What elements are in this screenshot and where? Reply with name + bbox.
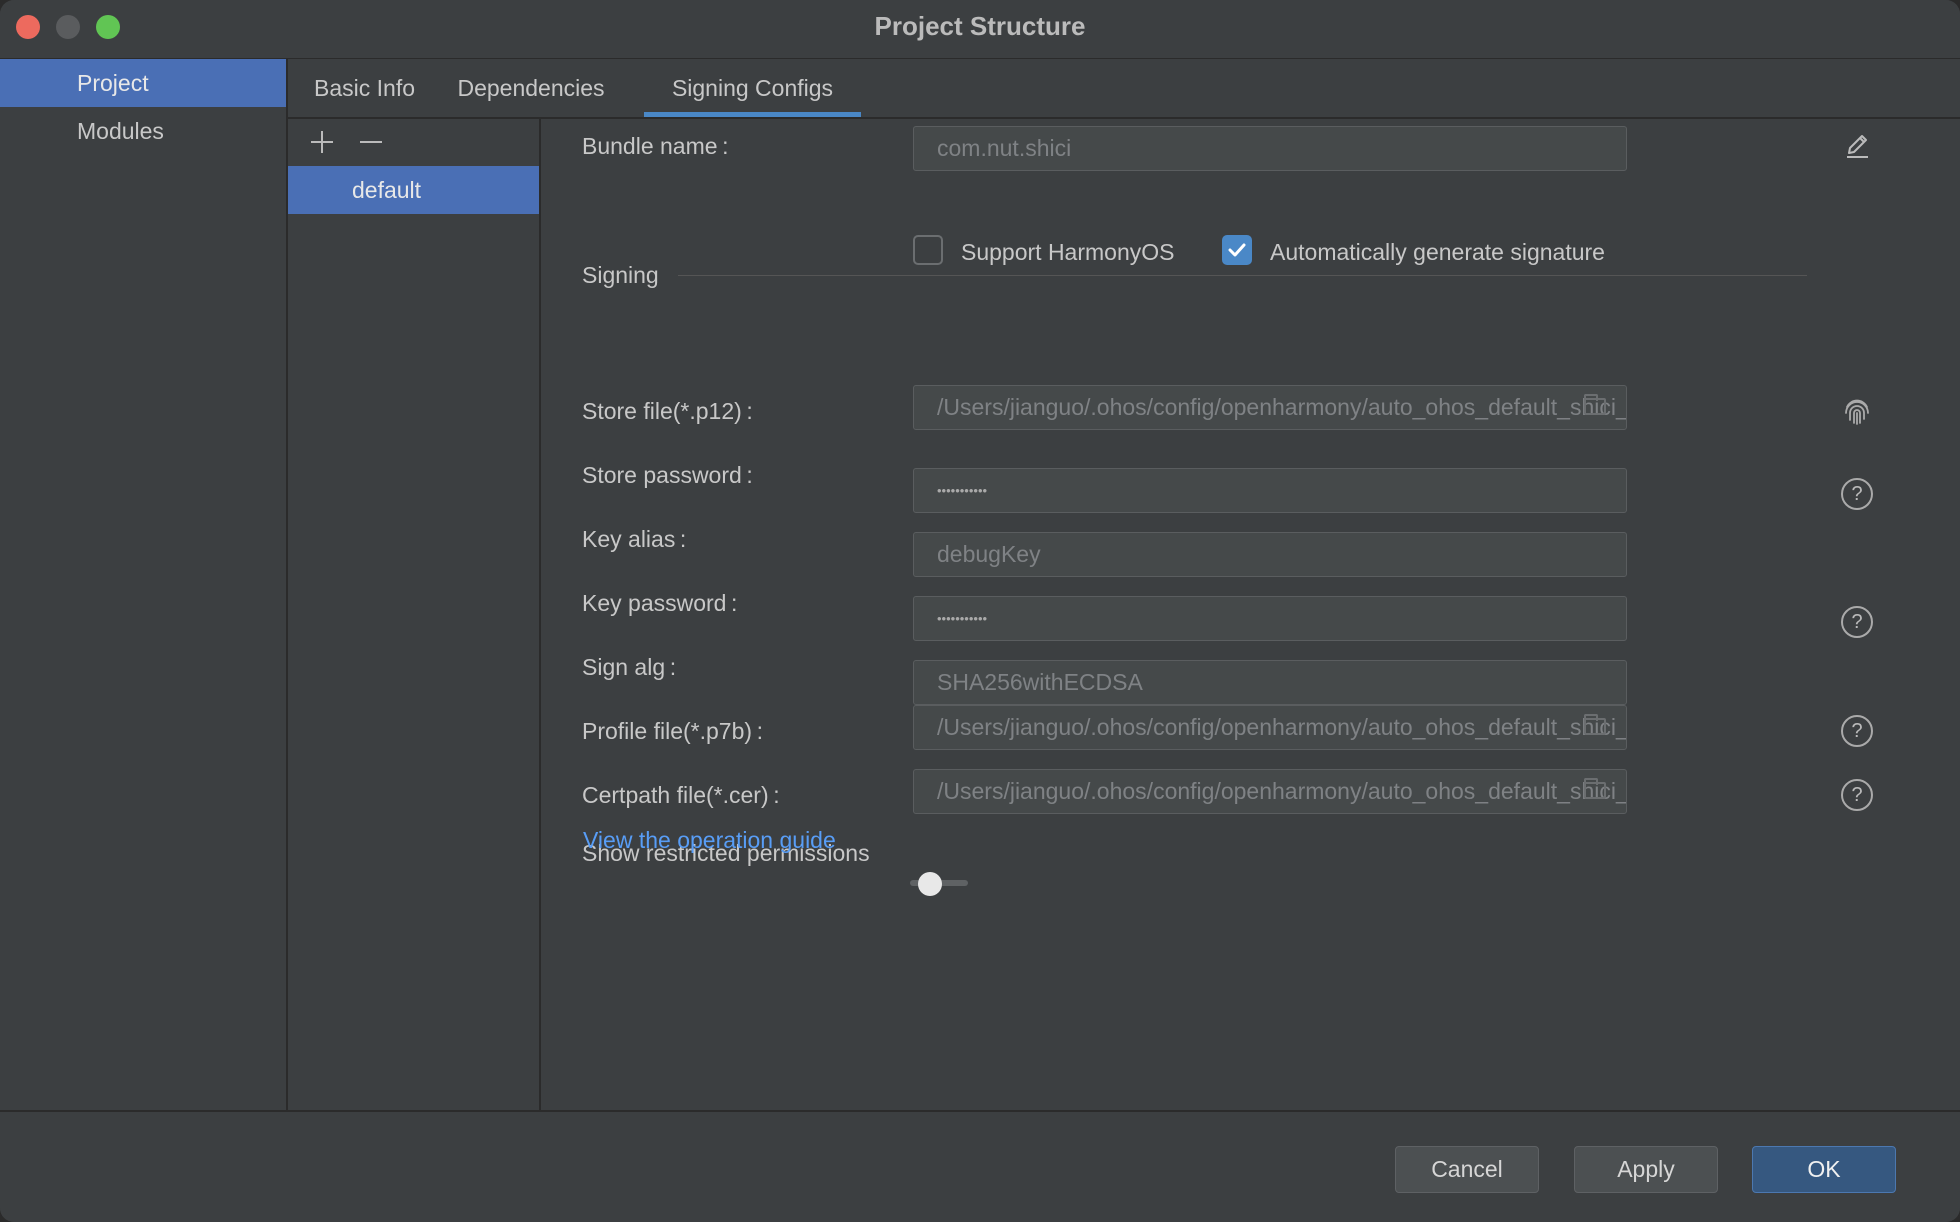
fingerprint-icon[interactable] bbox=[1841, 395, 1873, 427]
support-harmonyos-checkbox[interactable] bbox=[913, 235, 943, 265]
apply-button[interactable]: Apply bbox=[1574, 1146, 1718, 1193]
section-divider bbox=[678, 275, 1807, 276]
certpath-file-label: Certpath file(*.cer) : bbox=[582, 782, 780, 808]
title-bar: Project Structure bbox=[0, 0, 1960, 59]
sign-alg-field[interactable]: SHA256withECDSA bbox=[913, 660, 1627, 705]
signing-section-title: Signing bbox=[582, 262, 659, 288]
store-file-value: /Users/jianguo/.ohos/config/openharmony/… bbox=[937, 394, 1626, 420]
auto-generate-signature-label: Automatically generate signature bbox=[1270, 239, 1605, 265]
sidebar-item-label: Project bbox=[77, 70, 149, 96]
config-item-default[interactable]: default bbox=[288, 166, 539, 214]
auto-generate-signature-checkbox[interactable] bbox=[1222, 235, 1252, 265]
checkmark-icon bbox=[1228, 243, 1246, 257]
edit-icon[interactable] bbox=[1841, 130, 1873, 162]
tab-basic-info[interactable]: Basic Info bbox=[288, 59, 441, 117]
folder-icon[interactable] bbox=[1584, 778, 1606, 799]
store-file-label: Store file(*.p12) : bbox=[582, 398, 753, 424]
key-alias-label: Key alias : bbox=[582, 526, 687, 552]
sidebar-item-modules[interactable]: Modules bbox=[0, 107, 286, 155]
tab-bar: Basic Info Dependencies Signing Configs bbox=[288, 59, 1960, 119]
key-password-field[interactable]: ••••••••••• bbox=[913, 596, 1627, 641]
key-password-label: Key password : bbox=[582, 590, 738, 616]
folder-icon[interactable] bbox=[1584, 714, 1606, 735]
key-password-help-icon[interactable]: ? bbox=[1841, 606, 1873, 638]
minus-icon[interactable] bbox=[354, 125, 388, 159]
certpath-file-help-icon[interactable]: ? bbox=[1841, 779, 1873, 811]
folder-icon[interactable] bbox=[1584, 394, 1606, 415]
profile-file-field[interactable]: /Users/jianguo/.ohos/config/openharmony/… bbox=[913, 705, 1627, 750]
certpath-file-value: /Users/jianguo/.ohos/config/openharmony/… bbox=[937, 778, 1626, 804]
sidebar-item-label: Modules bbox=[77, 118, 164, 144]
support-harmonyos-label: Support HarmonyOS bbox=[961, 239, 1175, 265]
sign-alg-label: Sign alg : bbox=[582, 654, 677, 680]
project-structure-window: Project Structure Project Modules Basic … bbox=[0, 0, 1960, 1222]
tab-signing-configs[interactable]: Signing Configs bbox=[644, 59, 861, 117]
tab-dependencies[interactable]: Dependencies bbox=[453, 59, 609, 117]
bundle-name-label: Bundle name : bbox=[582, 133, 729, 159]
config-item-label: default bbox=[352, 177, 422, 203]
ok-button[interactable]: OK bbox=[1752, 1146, 1896, 1193]
store-password-label: Store password : bbox=[582, 462, 753, 488]
window-title: Project Structure bbox=[874, 11, 1086, 41]
bundle-name-field[interactable]: com.nut.shici bbox=[913, 126, 1627, 171]
dialog-footer: Cancel Apply OK bbox=[0, 1110, 1960, 1222]
plus-icon[interactable] bbox=[305, 125, 339, 159]
certpath-file-field[interactable]: /Users/jianguo/.ohos/config/openharmony/… bbox=[913, 769, 1627, 814]
sidebar: Project Modules bbox=[0, 59, 288, 1110]
key-alias-field[interactable]: debugKey bbox=[913, 532, 1627, 577]
store-password-help-icon[interactable]: ? bbox=[1841, 478, 1873, 510]
signing-config-form: Bundle name : com.nut.shici Support Harm… bbox=[541, 119, 1960, 1110]
cancel-button[interactable]: Cancel bbox=[1395, 1146, 1539, 1193]
profile-file-label: Profile file(*.p7b) : bbox=[582, 718, 764, 744]
store-password-field[interactable]: ••••••••••• bbox=[913, 468, 1627, 513]
profile-file-value: /Users/jianguo/.ohos/config/openharmony/… bbox=[937, 714, 1626, 740]
sidebar-item-project[interactable]: Project bbox=[0, 59, 286, 107]
signing-config-list-panel: default bbox=[288, 119, 541, 1110]
profile-file-help-icon[interactable]: ? bbox=[1841, 715, 1873, 747]
toggle-knob[interactable] bbox=[918, 872, 942, 896]
store-file-field[interactable]: /Users/jianguo/.ohos/config/openharmony/… bbox=[913, 385, 1627, 430]
operation-guide-link[interactable]: View the operation guide bbox=[583, 827, 836, 854]
